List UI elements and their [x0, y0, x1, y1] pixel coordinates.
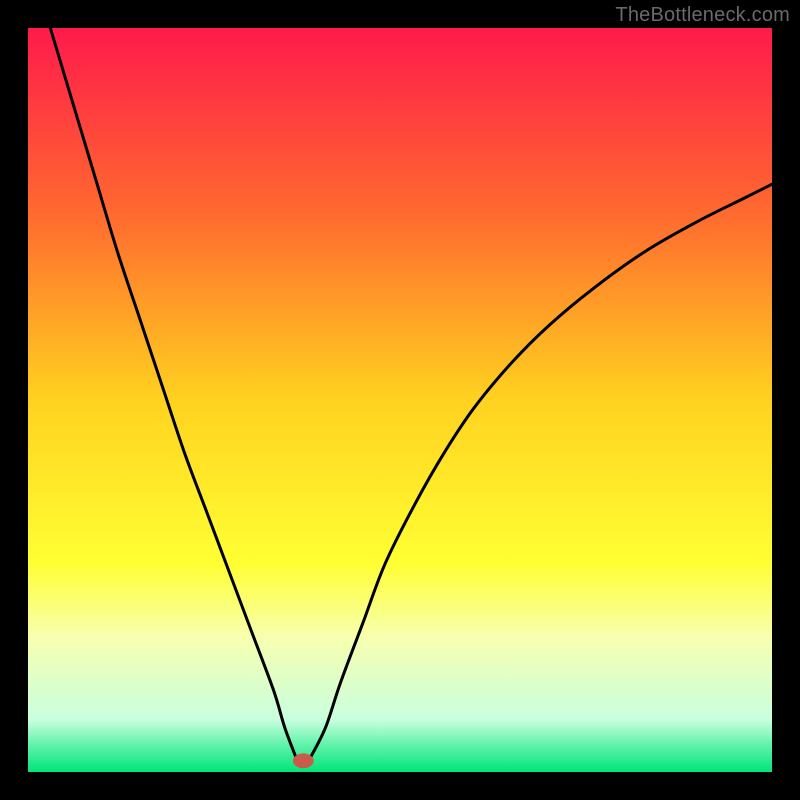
chart-svg — [28, 28, 772, 772]
chart-background — [28, 28, 772, 772]
bottleneck-marker — [293, 753, 314, 768]
watermark-text: TheBottleneck.com — [615, 4, 790, 27]
chart-frame — [28, 28, 772, 772]
